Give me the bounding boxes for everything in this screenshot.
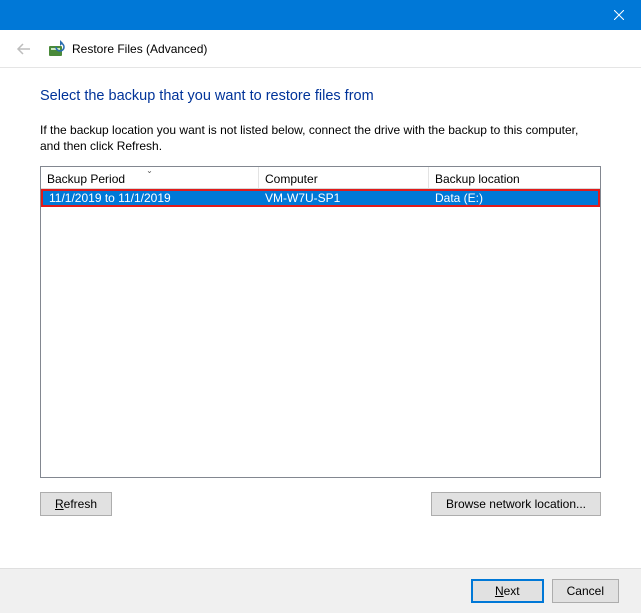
cancel-button[interactable]: Cancel xyxy=(552,579,619,603)
footer-bar: Next Cancel xyxy=(0,568,641,613)
cell-period: 11/1/2019 to 11/1/2019 xyxy=(43,191,259,205)
browse-network-button[interactable]: Browse network location... xyxy=(431,492,601,516)
sort-indicator-icon: ⌄ xyxy=(146,166,153,175)
column-header-location[interactable]: Backup location xyxy=(429,167,600,188)
header-bar: Restore Files (Advanced) xyxy=(0,30,641,68)
close-icon xyxy=(614,10,624,20)
next-button[interactable]: Next xyxy=(471,579,544,603)
next-label-rest: ext xyxy=(504,584,520,598)
refresh-label-rest: efresh xyxy=(64,497,97,511)
list-actions: Refresh Browse network location... xyxy=(40,492,601,516)
cell-computer: VM-W7U-SP1 xyxy=(259,191,429,205)
column-header-computer[interactable]: Computer xyxy=(259,167,429,188)
content-area: Select the backup that you want to resto… xyxy=(0,68,641,568)
titlebar xyxy=(0,0,641,30)
refresh-accelerator: R xyxy=(55,497,64,511)
restore-files-icon xyxy=(48,40,66,58)
table-row[interactable]: 11/1/2019 to 11/1/2019 VM-W7U-SP1 Data (… xyxy=(41,189,600,207)
back-arrow-icon xyxy=(15,40,33,58)
list-header: Backup Period ⌄ Computer Backup location xyxy=(41,167,600,189)
column-header-label: Backup location xyxy=(435,172,520,186)
page-heading: Select the backup that you want to resto… xyxy=(40,88,601,104)
column-header-period[interactable]: Backup Period ⌄ xyxy=(41,167,259,188)
cell-location: Data (E:) xyxy=(429,191,598,205)
list-body: 11/1/2019 to 11/1/2019 VM-W7U-SP1 Data (… xyxy=(41,189,600,477)
close-button[interactable] xyxy=(596,0,641,30)
next-accelerator: N xyxy=(495,584,504,598)
back-button[interactable] xyxy=(12,37,36,61)
instruction-text: If the backup location you want is not l… xyxy=(40,122,601,154)
header-title: Restore Files (Advanced) xyxy=(72,42,207,56)
column-header-label: Backup Period xyxy=(47,172,125,186)
column-header-label: Computer xyxy=(265,172,318,186)
refresh-button[interactable]: Refresh xyxy=(40,492,112,516)
backup-list: Backup Period ⌄ Computer Backup location… xyxy=(40,166,601,478)
restore-files-window: Restore Files (Advanced) Select the back… xyxy=(0,0,641,613)
